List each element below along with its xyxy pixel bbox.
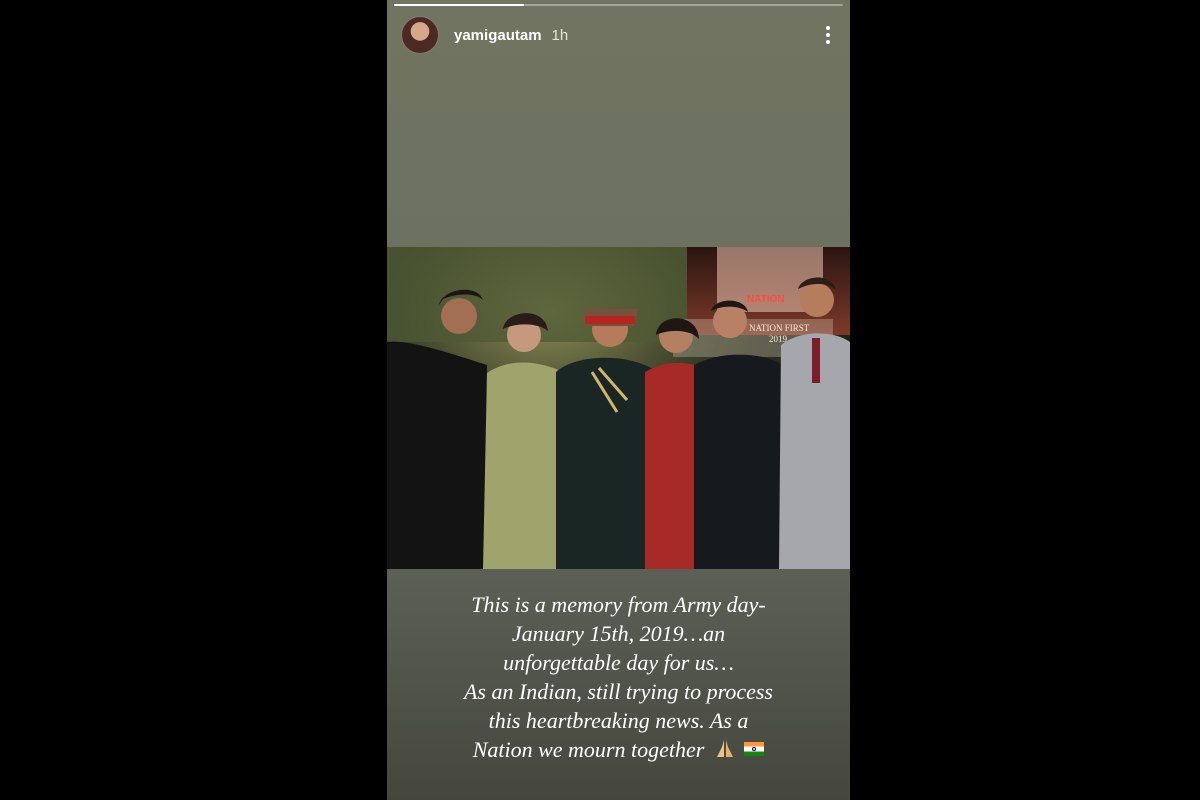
story-viewer[interactable]: yamigautam 1h NATION NATION FIRST 2019 T… xyxy=(387,0,850,800)
more-options-icon[interactable] xyxy=(820,23,836,47)
screen-text-nation: NATION xyxy=(747,294,785,305)
caption-line-3: unforgettable day for us… xyxy=(503,650,734,675)
story-progress-fill xyxy=(394,4,525,6)
story-photo: NATION NATION FIRST 2019 xyxy=(387,247,850,569)
caption-line-2: January 15th, 2019…an xyxy=(511,621,726,646)
caption-line-6-text: Nation we mourn together xyxy=(472,737,705,762)
caption-line-1: This is a memory from Army day- xyxy=(471,592,766,617)
story-progress-bar xyxy=(394,4,843,6)
caption-line-4: As an Indian, still trying to process xyxy=(463,679,773,704)
story-timestamp: 1h xyxy=(551,26,569,44)
username-link[interactable]: yamigautam xyxy=(454,27,542,44)
caption-line-6: Nation we mourn together xyxy=(405,735,832,764)
folded-hands-icon xyxy=(716,740,733,757)
caption-line-5: this heartbreaking news. As a xyxy=(488,708,749,733)
banner-text-1: NATION FIRST xyxy=(749,323,810,333)
story-header: yamigautam 1h xyxy=(401,16,836,54)
india-flag-icon xyxy=(744,742,765,756)
story-caption: This is a memory from Army day- January … xyxy=(405,590,832,764)
profile-avatar[interactable] xyxy=(401,16,439,54)
